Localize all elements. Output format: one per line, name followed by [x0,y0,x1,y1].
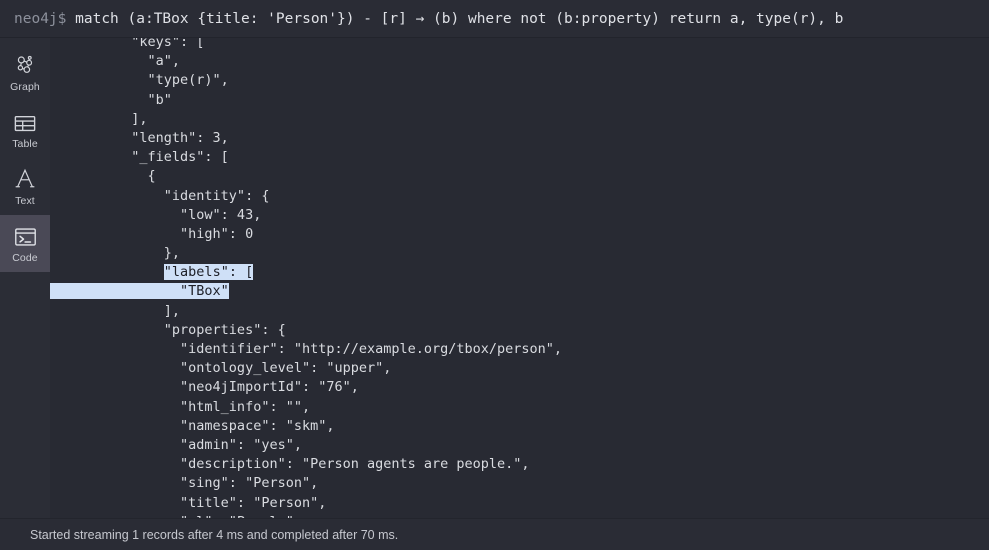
code-line: }, [50,245,181,262]
shell-prompt: neo4j$ [14,10,67,27]
code-line: "neo4jImportId": "76", [50,379,359,396]
sidebar-item-table-label: Table [12,138,38,150]
sidebar-item-table[interactable]: Table [0,101,50,158]
json-result-code: "keys": [ "a", "type(r)", "b" ], "length… [50,38,989,518]
selected-text-tbox: "TBox" [90,283,229,300]
code-line: "keys": [ [50,38,205,50]
code-line: "pl": "People", [50,513,989,518]
selection-leading-block [50,283,91,300]
code-line: "low": 43, [50,206,262,223]
code-line: "a", [50,53,181,70]
query-text: match (a:TBox {title: 'Person'}) - [r] →… [75,10,844,27]
code-line: "properties": { [50,321,286,338]
code-line: ], [50,110,148,127]
neo4j-browser-result-frame: neo4j$ match (a:TBox {title: 'Person'}) … [0,0,989,550]
code-line: "b" [50,91,172,108]
status-bar: Started streaming 1 records after 4 ms a… [0,518,989,550]
code-line: "title": "Person", [50,494,327,511]
status-message: Started streaming 1 records after 4 ms a… [30,527,399,542]
sidebar-item-code[interactable]: Code [0,215,50,272]
code-line: { [50,168,156,185]
code-line: ], [50,302,181,319]
code-line: "length": 3, [50,129,229,146]
view-mode-sidebar: Graph Table Text Code [0,38,50,518]
selected-text-labels: "labels": [ [163,264,254,281]
code-icon [14,223,37,247]
code-line: "identifier": "http://example.org/tbox/p… [50,341,563,357]
query-command-line: neo4j$ match (a:TBox {title: 'Person'}) … [14,0,844,37]
result-body: Graph Table Text Code "keys": ["a", "ty… [0,38,989,518]
sidebar-item-graph[interactable]: Graph [0,44,50,101]
code-line: "sing": "Person", [50,475,319,492]
query-command-bar[interactable]: neo4j$ match (a:TBox {title: 'Person'}) … [0,0,989,38]
code-line: "identity": { [50,187,270,204]
code-line: "type(r)", [50,72,229,89]
sidebar-item-text[interactable]: Text [0,158,50,215]
code-output-pane[interactable]: "keys": [ "a", "type(r)", "b" ], "length… [50,38,989,518]
sidebar-item-text-label: Text [15,195,35,207]
code-scroll-container: "keys": [ "a", "type(r)", "b" ], "length… [50,38,989,518]
code-line: "high": 0 [50,225,254,242]
code-line: "description": "Person agents are people… [50,456,530,473]
code-line: "admin": "yes", [50,436,302,453]
table-icon [14,109,36,133]
code-line: "ontology_level": "upper", [50,360,392,377]
code-line-selected: "TBox" [50,282,989,301]
sidebar-item-graph-label: Graph [10,81,40,93]
code-line-selected: "labels": [ [50,263,989,282]
sidebar-item-code-label: Code [12,252,38,264]
code-line: "namespace": "skm", [50,417,335,434]
text-icon [14,166,36,190]
graph-icon [14,52,36,76]
code-line: "html_info": "", [50,398,311,415]
code-line: "_fields": [ [50,149,229,166]
